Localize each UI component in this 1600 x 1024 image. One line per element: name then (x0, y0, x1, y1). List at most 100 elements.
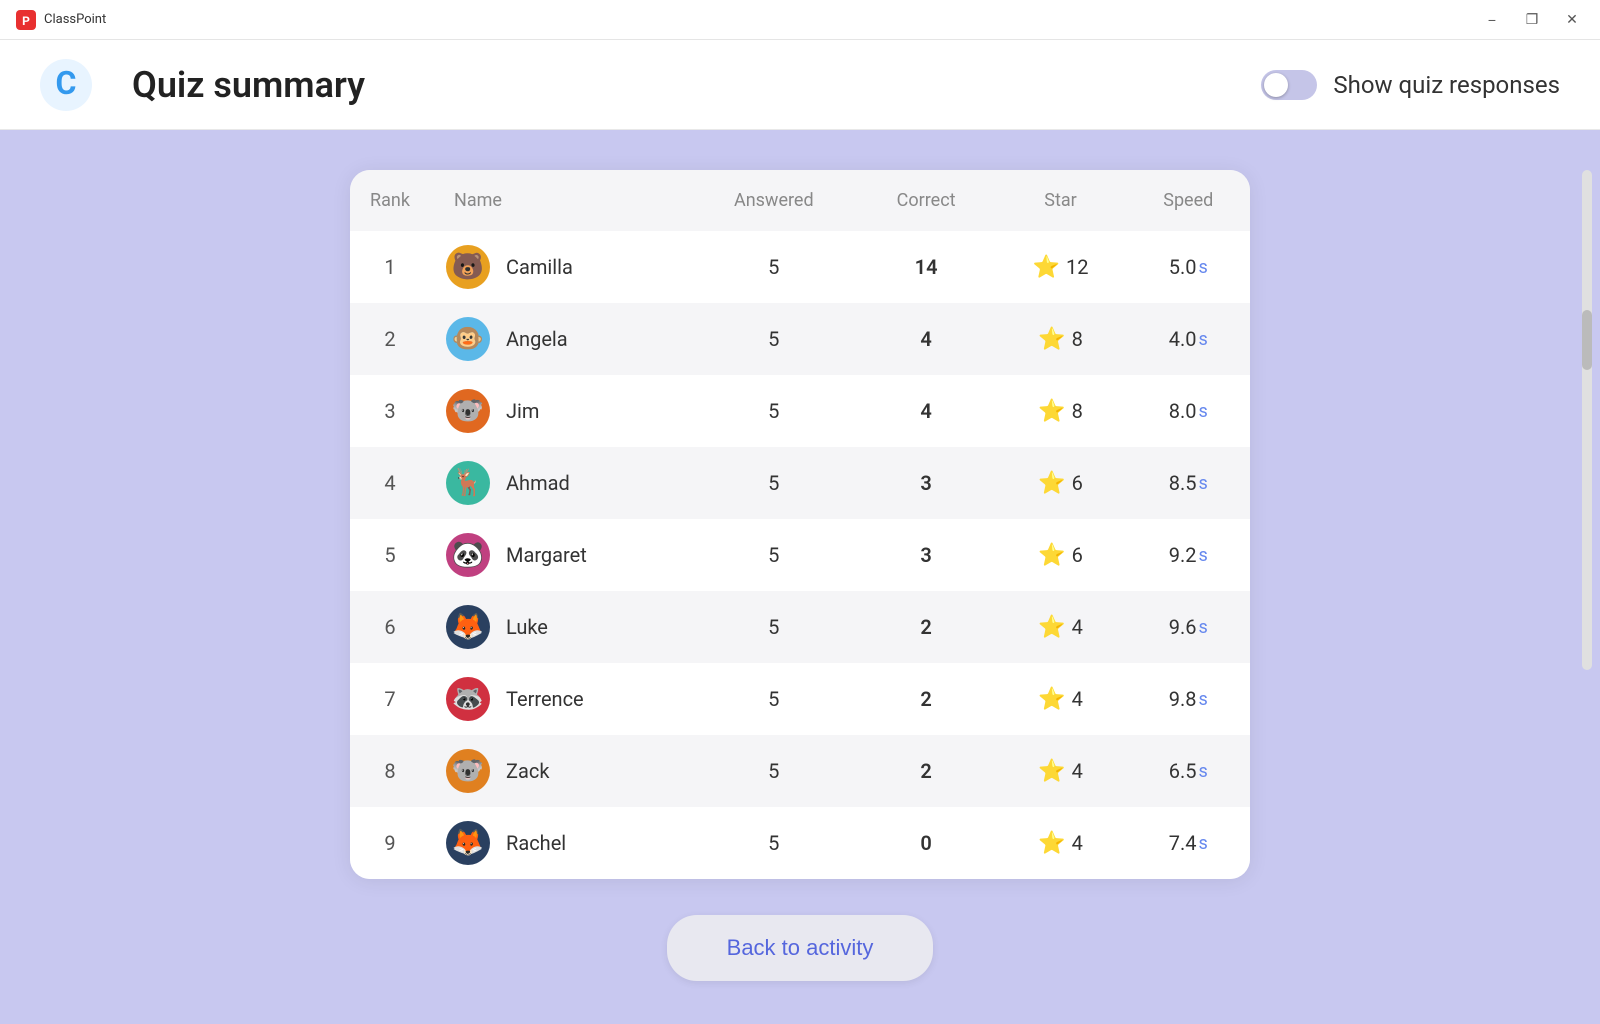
table-row[interactable]: 1 🐻 Camilla 5 14 ⭐ 12 5.0 s (350, 231, 1250, 303)
speed-value: 5.0 (1169, 255, 1197, 279)
student-name: Margaret (506, 543, 587, 567)
table-card: Rank Name Answered Correct Star Speed 1 … (350, 170, 1250, 879)
student-name: Luke (506, 615, 548, 639)
correct-cell: 0 (858, 807, 995, 879)
scrollbar-track[interactable] (1582, 170, 1592, 670)
speed-cell: 8.5 s (1127, 447, 1250, 519)
page-title: Quiz summary (132, 64, 365, 106)
col-name: Name (430, 170, 690, 231)
star-count: 4 (1072, 687, 1083, 711)
star-count: 4 (1072, 759, 1083, 783)
star-icon: ⭐ (1038, 327, 1065, 352)
star-cell: ⭐ 12 (994, 231, 1126, 303)
correct-cell: 3 (858, 519, 995, 591)
speed-cell: 6.5 s (1127, 735, 1250, 807)
speed-cell: 4.0 s (1127, 303, 1250, 375)
rank-cell: 1 (350, 231, 430, 303)
star-cell: ⭐ 6 (994, 519, 1126, 591)
table-row[interactable]: 2 🐵 Angela 5 4 ⭐ 8 4.0 s (350, 303, 1250, 375)
avatar: 🐨 (446, 389, 490, 433)
name-cell: 🦊 Luke (430, 591, 690, 663)
table-row[interactable]: 9 🦊 Rachel 5 0 ⭐ 4 7.4 s (350, 807, 1250, 879)
speed-cell: 8.0 s (1127, 375, 1250, 447)
table-row[interactable]: 6 🦊 Luke 5 2 ⭐ 4 9.6 s (350, 591, 1250, 663)
table-row[interactable]: 7 🦝 Terrence 5 2 ⭐ 4 9.8 s (350, 663, 1250, 735)
speed-cell: 5.0 s (1127, 231, 1250, 303)
speed-cell: 7.4 s (1127, 807, 1250, 879)
name-cell: 🐨 Zack (430, 735, 690, 807)
answered-cell: 5 (690, 663, 858, 735)
speed-cell: 9.2 s (1127, 519, 1250, 591)
star-cell: ⭐ 4 (994, 663, 1126, 735)
rank-cell: 6 (350, 591, 430, 663)
maximize-button[interactable]: ❐ (1520, 8, 1544, 32)
star-icon: ⭐ (1038, 687, 1065, 712)
quiz-table: Rank Name Answered Correct Star Speed 1 … (350, 170, 1250, 879)
toggle-area: Show quiz responses (1261, 70, 1560, 100)
speed-value: 9.2 (1169, 543, 1197, 567)
student-name: Zack (506, 759, 549, 783)
avatar: 🦊 (446, 821, 490, 865)
table-row[interactable]: 8 🐨 Zack 5 2 ⭐ 4 6.5 s (350, 735, 1250, 807)
correct-cell: 14 (858, 231, 995, 303)
rank-cell: 3 (350, 375, 430, 447)
answered-cell: 5 (690, 303, 858, 375)
table-header-row: Rank Name Answered Correct Star Speed (350, 170, 1250, 231)
student-name: Angela (506, 327, 568, 351)
speed-value: 9.6 (1169, 615, 1197, 639)
student-name: Rachel (506, 831, 566, 855)
answered-cell: 5 (690, 375, 858, 447)
col-speed: Speed (1127, 170, 1250, 231)
close-button[interactable]: ✕ (1560, 8, 1584, 32)
speed-unit: s (1199, 329, 1208, 350)
show-responses-toggle[interactable] (1261, 70, 1317, 100)
table-row[interactable]: 5 🐼 Margaret 5 3 ⭐ 6 9.2 s (350, 519, 1250, 591)
speed-value: 8.0 (1169, 399, 1197, 423)
scrollbar-thumb[interactable] (1582, 310, 1592, 370)
back-to-activity-button[interactable]: Back to activity (667, 915, 934, 981)
speed-unit: s (1199, 761, 1208, 782)
title-bar-app-name: ClassPoint (44, 12, 106, 27)
star-cell: ⭐ 4 (994, 807, 1126, 879)
speed-cell: 9.8 s (1127, 663, 1250, 735)
star-cell: ⭐ 4 (994, 735, 1126, 807)
classpoint-logo: C (40, 59, 92, 111)
svg-text:C: C (56, 64, 77, 102)
student-name: Camilla (506, 255, 573, 279)
app-icon: P (16, 10, 36, 30)
star-count: 4 (1072, 831, 1083, 855)
speed-value: 8.5 (1169, 471, 1197, 495)
rank-cell: 2 (350, 303, 430, 375)
answered-cell: 5 (690, 591, 858, 663)
rank-cell: 9 (350, 807, 430, 879)
table-body: 1 🐻 Camilla 5 14 ⭐ 12 5.0 s (350, 231, 1250, 879)
avatar: 🐻 (446, 245, 490, 289)
correct-cell: 4 (858, 303, 995, 375)
title-bar: P ClassPoint − ❐ ✕ (0, 0, 1600, 40)
speed-unit: s (1199, 617, 1208, 638)
name-cell: 🐨 Jim (430, 375, 690, 447)
table-row[interactable]: 4 🦌 Ahmad 5 3 ⭐ 6 8.5 s (350, 447, 1250, 519)
star-icon: ⭐ (1033, 255, 1060, 280)
star-icon: ⭐ (1038, 831, 1065, 856)
table-row[interactable]: 3 🐨 Jim 5 4 ⭐ 8 8.0 s (350, 375, 1250, 447)
toggle-slider (1261, 70, 1317, 100)
minimize-button[interactable]: − (1480, 8, 1504, 32)
student-name: Terrence (506, 687, 584, 711)
speed-unit: s (1199, 473, 1208, 494)
svg-text:P: P (22, 14, 30, 28)
speed-value: 7.4 (1169, 831, 1197, 855)
rank-cell: 4 (350, 447, 430, 519)
student-name: Jim (506, 399, 539, 423)
star-icon: ⭐ (1038, 399, 1065, 424)
speed-cell: 9.6 s (1127, 591, 1250, 663)
avatar: 🦊 (446, 605, 490, 649)
correct-cell: 2 (858, 663, 995, 735)
answered-cell: 5 (690, 231, 858, 303)
col-star: Star (994, 170, 1126, 231)
speed-unit: s (1199, 545, 1208, 566)
speed-value: 6.5 (1169, 759, 1197, 783)
student-name: Ahmad (506, 471, 570, 495)
name-cell: 🦌 Ahmad (430, 447, 690, 519)
avatar: 🦌 (446, 461, 490, 505)
